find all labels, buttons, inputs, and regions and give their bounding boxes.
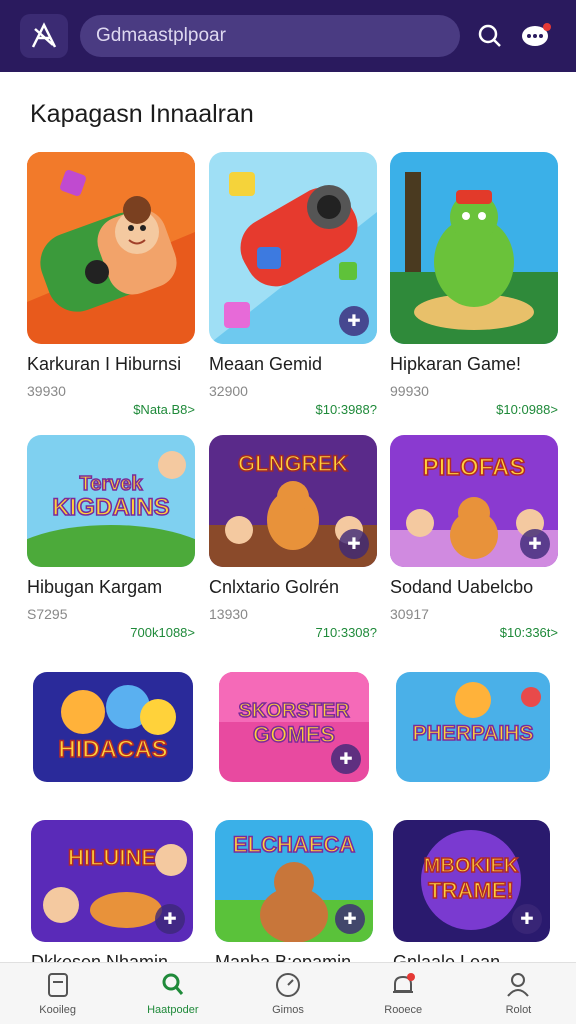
tab-notifications[interactable]: Rooece <box>346 963 461 1024</box>
game-thumbnail: HILUINE ✚ <box>31 820 193 942</box>
game-name: Cnlxtario Golrén <box>209 577 340 597</box>
game-thumbnail: HIDACAS <box>33 672 193 782</box>
game-card[interactable]: PILOFAS ✚ Sodand Uabelcbo 30917 $10:336t… <box>390 435 558 640</box>
svg-text:GLNGREK: GLNGREK <box>238 451 348 476</box>
game-card[interactable]: HIDACAS <box>33 672 201 782</box>
game-count: 30917 <box>390 606 429 622</box>
search-icon <box>478 24 501 47</box>
svg-text:ELCHAECA: ELCHAECA <box>233 832 355 857</box>
game-thumbnail: Tervek KIGDAINS <box>27 435 195 567</box>
bottom-tab-bar: Kooileg Haatpoder Gimos Rooece Rolot <box>0 962 576 1024</box>
svg-text:Tervek: Tervek <box>79 473 143 495</box>
tab-label: Haatpoder <box>147 1003 199 1016</box>
app-logo[interactable] <box>20 14 68 58</box>
play-badge-icon: ✚ <box>339 306 369 336</box>
search-input[interactable] <box>96 25 444 47</box>
svg-text:PHERPAIHS: PHERPAIHS <box>413 722 534 745</box>
game-card[interactable]: ✚ Meaan Gemid 32900 $10:3988? <box>209 152 377 417</box>
section-title: Kapagasn Innaalran <box>30 100 254 128</box>
tab-games[interactable]: Gimos <box>230 963 345 1024</box>
search-button[interactable] <box>470 16 510 56</box>
svg-text:PILOFAS: PILOFAS <box>423 454 526 481</box>
bell-icon <box>393 972 416 993</box>
game-name: Karkuran I Hiburnsi <box>27 354 182 374</box>
svg-text:HIDACAS: HIDACAS <box>58 736 167 763</box>
tab-label: Gimos <box>272 1003 304 1016</box>
tab-search[interactable]: Haatpoder <box>115 963 230 1024</box>
tab-label: Kooileg <box>39 1003 76 1016</box>
game-card[interactable]: Karkuran I Hiburnsi 39930 $Nata.B8> <box>27 152 195 417</box>
game-price: $Nata.B8> <box>133 402 195 417</box>
game-name: Meaan Gemid <box>209 354 323 374</box>
game-price: $10:3988? <box>315 402 377 417</box>
game-card[interactable]: Hipkaran Game! 99930 $10:0988> <box>390 152 558 417</box>
chat-button[interactable] <box>516 16 556 56</box>
search-icon <box>162 973 183 995</box>
top-app-bar <box>0 0 576 72</box>
game-card[interactable]: SKORSTER GOMES ✚ <box>219 672 387 782</box>
tab-library[interactable]: Kooileg <box>0 963 115 1024</box>
logo-icon <box>31 22 57 48</box>
gauge-icon <box>276 972 300 997</box>
svg-text:HILUINE: HILUINE <box>68 845 156 870</box>
play-badge-icon: ✚ <box>155 904 185 934</box>
game-card[interactable]: ELCHAECA ✚ Manba B;epamin <box>215 820 383 973</box>
game-count: 99930 <box>390 383 429 399</box>
chat-icon <box>522 23 551 46</box>
play-badge-icon: ✚ <box>520 529 550 559</box>
bookmark-icon <box>47 972 68 997</box>
game-thumbnail: ELCHAECA ✚ <box>215 820 373 942</box>
game-card[interactable]: GLNGREK ✚ Cnlxtario Golrén 13930 710:330… <box>209 435 377 640</box>
search-bar[interactable] <box>80 15 460 57</box>
game-count: 32900 <box>209 383 248 399</box>
game-thumbnail: PILOFAS ✚ <box>390 435 558 567</box>
tab-profile[interactable]: Rolot <box>461 963 576 1024</box>
svg-text:TRAME!: TRAME! <box>428 878 514 903</box>
game-price: $10:0988> <box>496 402 558 417</box>
game-price: 700k1088> <box>130 625 195 640</box>
game-card[interactable]: PHERPAIHS <box>396 672 564 782</box>
svg-text:MBOKIEK: MBOKIEK <box>424 855 519 877</box>
user-icon <box>507 972 530 997</box>
svg-text:KIGDAINS: KIGDAINS <box>52 494 169 521</box>
game-card[interactable]: Tervek KIGDAINS Hibugan Kargam S7295 700… <box>27 435 195 640</box>
game-card[interactable]: MBOKIEK TRAME! ✚ Gnlaale Lean <box>393 820 561 973</box>
tab-label: Rooece <box>384 1003 423 1016</box>
game-thumbnail: ✚ <box>209 152 377 344</box>
play-badge-icon: ✚ <box>335 904 365 934</box>
game-thumbnail <box>27 152 195 344</box>
game-name: Hibugan Kargam <box>27 577 163 597</box>
tab-label: Rolot <box>505 1003 532 1016</box>
game-thumbnail <box>390 152 558 344</box>
game-price: $10:336t> <box>499 625 558 640</box>
game-name: Sodand Uabelcbo <box>390 577 534 597</box>
game-card[interactable]: HILUINE ✚ Dkkesen Nhamin <box>31 820 199 973</box>
game-thumbnail: MBOKIEK TRAME! ✚ <box>393 820 550 942</box>
play-badge-icon: ✚ <box>331 744 361 774</box>
game-count: 13930 <box>209 606 248 622</box>
game-count: S7295 <box>27 606 68 622</box>
game-thumbnail: GLNGREK ✚ <box>209 435 377 567</box>
play-badge-icon: ✚ <box>339 529 369 559</box>
game-name: Hipkaran Game! <box>390 354 522 374</box>
game-thumbnail: SKORSTER GOMES ✚ <box>219 672 369 782</box>
svg-text:GOMES: GOMES <box>253 722 335 747</box>
game-thumbnail: PHERPAIHS <box>396 672 550 782</box>
play-badge-icon: ✚ <box>512 904 542 934</box>
svg-text:SKORSTER: SKORSTER <box>238 700 350 722</box>
game-price: 710:3308? <box>315 625 377 640</box>
game-count: 39930 <box>27 383 66 399</box>
